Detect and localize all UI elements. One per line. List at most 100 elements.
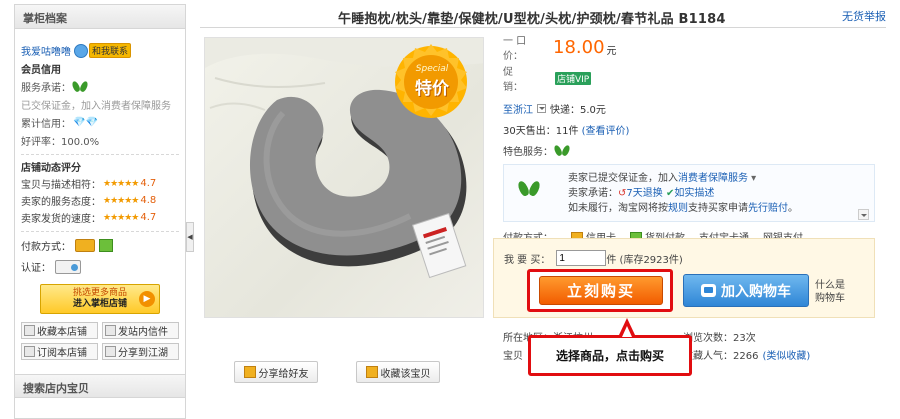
credit-card-icon[interactable] <box>75 239 95 252</box>
special-badge-text: 特价 <box>415 79 449 99</box>
rating-label: 卖家发货的速度： <box>21 214 101 225</box>
promo-label: 促 销： <box>503 67 533 93</box>
shipping-fee: 快递：5.0元 <box>550 105 606 116</box>
similar-favorites-link[interactable]: (类似收藏) <box>762 347 810 362</box>
share-to-friend-button[interactable]: 分享给好友 <box>234 361 318 383</box>
subscribe-shop-label: 订阅本店铺 <box>37 348 87 359</box>
favorite-shop-label: 收藏本店铺 <box>37 327 87 338</box>
consumer-protection-icon[interactable] <box>555 144 569 157</box>
what-is-cart-line2: 购物车 <box>815 293 845 304</box>
diamond-icon[interactable]: 💎💎 <box>73 117 98 128</box>
gift-icon[interactable] <box>99 239 113 252</box>
contact-seller-label: 和我联系 <box>89 43 132 58</box>
special-service-label: 特色服务： <box>503 147 553 158</box>
search-shop-header: 搜索店内宝贝 <box>15 374 185 398</box>
special-badge: Special 特价 <box>404 64 460 99</box>
subscribe-shop-button[interactable]: 订阅本店铺 <box>21 343 98 360</box>
credit-score-label: 累计信用： <box>21 119 71 130</box>
star-icon: ★★★★★ <box>103 178 139 189</box>
report-link[interactable]: 无货举报 <box>842 8 886 24</box>
add-to-cart-button[interactable]: 加入购物车 <box>683 274 809 307</box>
views-text: 浏览次数：23次 <box>683 332 756 344</box>
instruction-callout: 选择商品，点击购买 <box>528 335 692 376</box>
share-icon <box>105 346 116 357</box>
rating-row: 卖家的服务态度： ★★★★★ 4.8 <box>21 193 179 208</box>
seller-sidebar: 掌柜档案 我爱咕噜噜 和我联系 会员信用 服务承诺： 已交保证金，加入消费者保障… <box>14 4 186 419</box>
price-unit: 元 <box>606 45 617 57</box>
ship-to-selector[interactable]: 至浙江 <box>503 101 533 116</box>
wangwang-icon <box>74 43 88 58</box>
advance-compensation-link[interactable]: 先行赔付 <box>748 203 788 214</box>
seller-profile-header: 掌柜档案 <box>15 5 185 29</box>
quantity-label: 我 要 买： <box>504 254 551 266</box>
contact-seller-button[interactable]: 和我联系 <box>74 43 132 58</box>
product-image[interactable]: Special 特价 <box>204 37 484 318</box>
monthly-sales: 30天售出：11件 <box>503 126 579 137</box>
rating-row: 宝贝与描述相符： ★★★★★ 4.7 <box>21 176 179 191</box>
cart-icon <box>701 284 716 297</box>
star-icon: ★★★★★ <box>103 212 139 223</box>
view-reviews-link[interactable]: (查看评价) <box>582 126 630 137</box>
favorites-text: 收藏人气：2266 <box>683 350 759 362</box>
consumer-protection-link[interactable]: 消费者保障服务 <box>678 173 748 184</box>
seven-day-return-link[interactable]: 7天退换 <box>626 188 662 199</box>
rating-value: 4.7 <box>140 212 157 223</box>
rating-row: 卖家发货的速度： ★★★★★ 4.7 <box>21 210 179 225</box>
accurate-description-link[interactable]: 如实描述 <box>674 188 714 199</box>
buy-box: 我 要 买： 件 (库存2923件) 立刻购买 加入购物车 什么是 购物车 <box>493 238 875 318</box>
star-icon: ★★★★★ <box>103 195 139 206</box>
send-message-label: 发站内信件 <box>118 327 168 338</box>
rules-link[interactable]: 规则 <box>668 203 688 214</box>
rating-value: 4.7 <box>140 178 157 189</box>
chevron-down-icon[interactable] <box>537 104 546 113</box>
collapse-sidebar-toggle[interactable]: ◀ <box>186 222 194 252</box>
share-icon <box>243 366 256 378</box>
guarantee-rule-text: 支持买家申请 <box>688 203 748 214</box>
divider <box>21 154 179 155</box>
guarantee-text: 卖家已提交保证金，加入 <box>568 173 678 184</box>
favorite-icon <box>24 325 35 336</box>
favorite-icon <box>365 366 378 378</box>
shop-button-line1: 挑选更多商品 <box>72 288 127 298</box>
deposit-note: 已交保证金，加入消费者保障服务 <box>21 101 171 112</box>
consumer-protection-icon <box>519 179 539 197</box>
shop-rating-title: 店铺动态评分 <box>21 163 81 174</box>
member-credit-title: 会员信用 <box>21 65 61 76</box>
shop-button-line2: 进入掌柜店铺 <box>72 299 127 309</box>
what-is-cart-link[interactable]: 什么是 购物车 <box>815 279 845 305</box>
consumer-protection-icon[interactable] <box>73 80 87 93</box>
favorite-shop-button[interactable]: 收藏本店铺 <box>21 322 98 339</box>
favorite-item-label: 收藏该宝贝 <box>380 368 431 380</box>
buy-now-button[interactable]: 立刻购买 <box>539 276 663 305</box>
price-value: 18.00 <box>553 36 605 58</box>
chevron-down-icon[interactable]: ▾ <box>748 173 756 184</box>
share-button[interactable]: 分享到江湖 <box>102 343 179 360</box>
stock-text: 件 (库存2923件) <box>606 254 683 266</box>
add-to-cart-label: 加入购物车 <box>721 283 791 300</box>
product-details: 一 口 价： 18.00 元 促 销： 店铺VIP 至浙江 快递：5.0元 30… <box>503 36 875 250</box>
vip-badge: 店铺VIP <box>555 71 592 85</box>
guarantee-period: 。 <box>788 203 798 214</box>
mail-icon <box>105 325 116 336</box>
rating-value: 4.8 <box>140 195 157 206</box>
favorite-item-button[interactable]: 收藏该宝贝 <box>356 361 440 383</box>
callout-pointer-inner <box>622 326 632 337</box>
special-badge-top: Special <box>415 64 449 74</box>
promise-label: 卖家承诺： <box>568 188 618 199</box>
divider <box>21 231 179 232</box>
quantity-input[interactable] <box>556 250 607 266</box>
certification-icon[interactable] <box>55 259 81 274</box>
arrow-right-icon: ▶ <box>139 291 155 307</box>
positive-rate: 好评率：100.0% <box>21 137 100 148</box>
product-title: 午睡抱枕/枕头/靠垫/保健枕/U型枕/头枕/护颈枕/春节礼品 B1184 <box>338 12 726 27</box>
payment-more-dropdown[interactable] <box>858 209 869 220</box>
payment-methods-label: 付款方式： <box>21 242 71 253</box>
guarantee-rule-text: 如未履行，淘宝网将按 <box>568 203 668 214</box>
enter-shop-button[interactable]: 挑选更多商品 进入掌柜店铺 ▶ <box>40 284 160 314</box>
buy-now-highlight: 立刻购买 <box>527 269 673 312</box>
price-label: 一 口 价： <box>503 36 527 62</box>
seller-name-link[interactable]: 我爱咕噜噜 <box>21 43 71 58</box>
rss-icon <box>24 346 35 357</box>
certification-label: 认证： <box>21 263 51 274</box>
send-message-button[interactable]: 发站内信件 <box>102 322 179 339</box>
